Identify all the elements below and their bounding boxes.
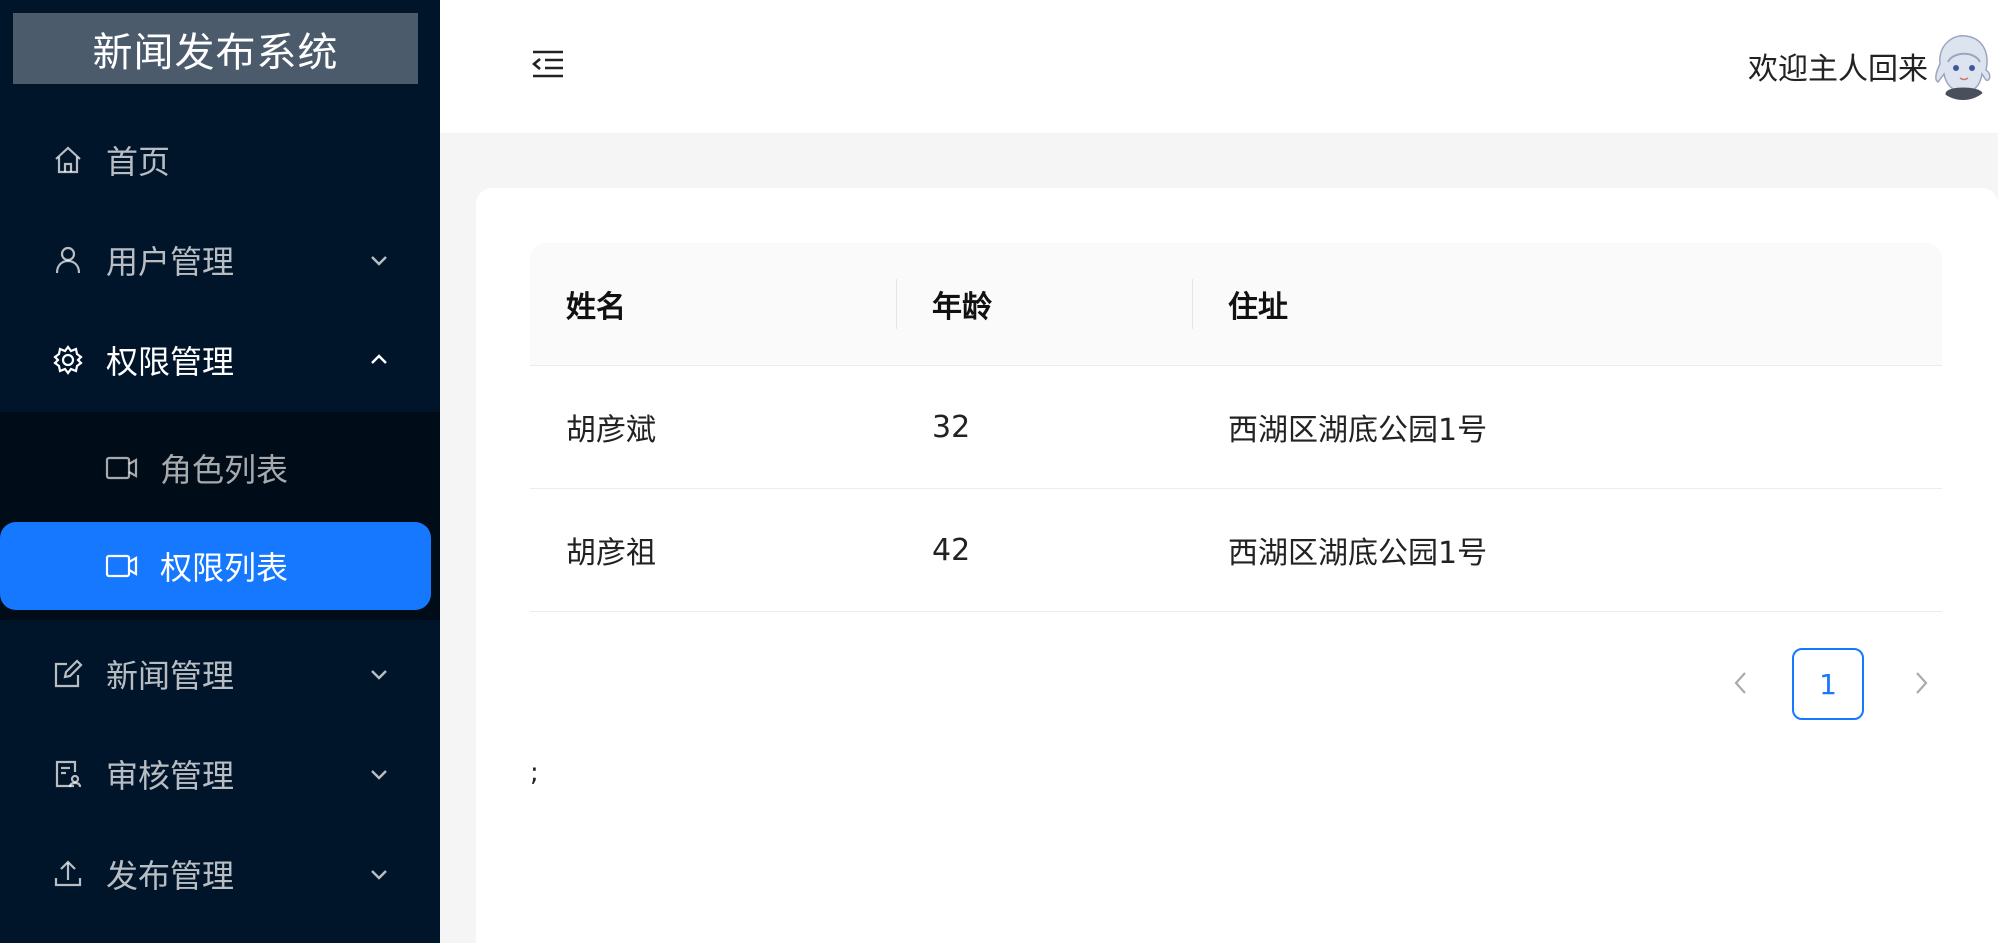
sidebar-item-users[interactable]: 用户管理 bbox=[0, 222, 440, 298]
audit-icon bbox=[50, 756, 86, 792]
stray-text: ; bbox=[530, 758, 539, 788]
cell-age: 42 bbox=[932, 532, 971, 568]
table-header: 姓名 年龄 住址 bbox=[530, 243, 1942, 366]
sidebar-item-label: 审核管理 bbox=[106, 757, 235, 795]
sidebar-item-publish[interactable]: 发布管理 bbox=[0, 836, 440, 912]
cell-name: 胡彦祖 bbox=[566, 536, 656, 571]
chevron-down-icon bbox=[364, 859, 394, 889]
sidebar-subitem-permission-list[interactable]: 权限列表 bbox=[0, 522, 431, 610]
column-header-age: 年龄 bbox=[932, 290, 992, 325]
cell-address: 西湖区湖底公园1号 bbox=[1228, 536, 1488, 571]
chevron-down-icon bbox=[364, 659, 394, 689]
top-header: 欢迎主人回来 bbox=[440, 0, 1998, 133]
chevron-down-icon bbox=[364, 759, 394, 789]
sidebar-item-label: 发布管理 bbox=[106, 857, 235, 895]
content-card: 姓名 年龄 住址 胡彦斌 32 西湖区湖底公园1号 胡彦祖 42 西湖区湖底公园… bbox=[476, 188, 1998, 943]
table-row: 胡彦祖 42 西湖区湖底公园1号 bbox=[530, 489, 1942, 612]
sidebar-item-home[interactable]: 首页 bbox=[0, 122, 440, 198]
video-icon bbox=[104, 450, 140, 486]
pagination-page-button[interactable]: 1 bbox=[1792, 648, 1864, 720]
sidebar-item-label: 新闻管理 bbox=[106, 657, 235, 695]
cell-name: 胡彦斌 bbox=[566, 413, 656, 448]
chevron-right-icon bbox=[1911, 670, 1931, 700]
chevron-down-icon bbox=[364, 245, 394, 275]
app-root: 新闻发布系统 首页 用户管理 权限管理 角色列表 权限列表 新闻管理 审核管理 … bbox=[0, 0, 1998, 943]
column-header-address: 住址 bbox=[1228, 290, 1288, 325]
chevron-left-icon bbox=[1731, 670, 1751, 700]
welcome-text: 欢迎主人回来 bbox=[1748, 52, 1928, 87]
permission-table: 姓名 年龄 住址 胡彦斌 32 西湖区湖底公园1号 胡彦祖 42 西湖区湖底公园… bbox=[530, 243, 1942, 612]
app-title: 新闻发布系统 bbox=[13, 13, 418, 84]
column-divider bbox=[1192, 279, 1193, 329]
sidebar-item-label: 权限管理 bbox=[106, 343, 235, 381]
home-icon bbox=[50, 142, 86, 178]
chevron-up-icon bbox=[364, 345, 394, 375]
main-area: 欢迎主人回来 姓名 年龄 住址 胡彦斌 32 西湖区湖底公园1号 胡彦祖 42 … bbox=[440, 0, 1998, 943]
sidebar-item-permissions[interactable]: 权限管理 bbox=[0, 322, 440, 398]
column-header-name: 姓名 bbox=[566, 290, 626, 325]
user-icon bbox=[50, 242, 86, 278]
sidebar-subitem-label: 角色列表 bbox=[160, 451, 289, 489]
sidebar-subitem-roles[interactable]: 角色列表 bbox=[0, 424, 440, 512]
video-icon bbox=[104, 548, 140, 584]
pagination: 1 bbox=[1726, 648, 1946, 722]
sidebar-subitem-label: 权限列表 bbox=[160, 549, 289, 587]
upload-icon bbox=[50, 856, 86, 892]
sidebar-item-news[interactable]: 新闻管理 bbox=[0, 636, 440, 712]
table-row: 胡彦斌 32 西湖区湖底公园1号 bbox=[530, 366, 1942, 489]
sidebar-item-label: 首页 bbox=[106, 143, 171, 181]
column-divider bbox=[896, 279, 897, 329]
sidebar-item-audit[interactable]: 审核管理 bbox=[0, 736, 440, 812]
sidebar-item-label: 用户管理 bbox=[106, 243, 235, 281]
edit-icon bbox=[50, 656, 86, 692]
menu-fold-icon[interactable] bbox=[528, 44, 568, 84]
cell-age: 32 bbox=[932, 409, 971, 445]
gear-icon bbox=[50, 342, 86, 378]
cell-address: 西湖区湖底公园1号 bbox=[1228, 413, 1488, 448]
sidebar: 新闻发布系统 首页 用户管理 权限管理 角色列表 权限列表 新闻管理 审核管理 … bbox=[0, 0, 440, 943]
avatar[interactable] bbox=[1930, 30, 1996, 100]
pagination-next-button[interactable] bbox=[1906, 668, 1936, 702]
pagination-prev-button[interactable] bbox=[1726, 668, 1756, 702]
